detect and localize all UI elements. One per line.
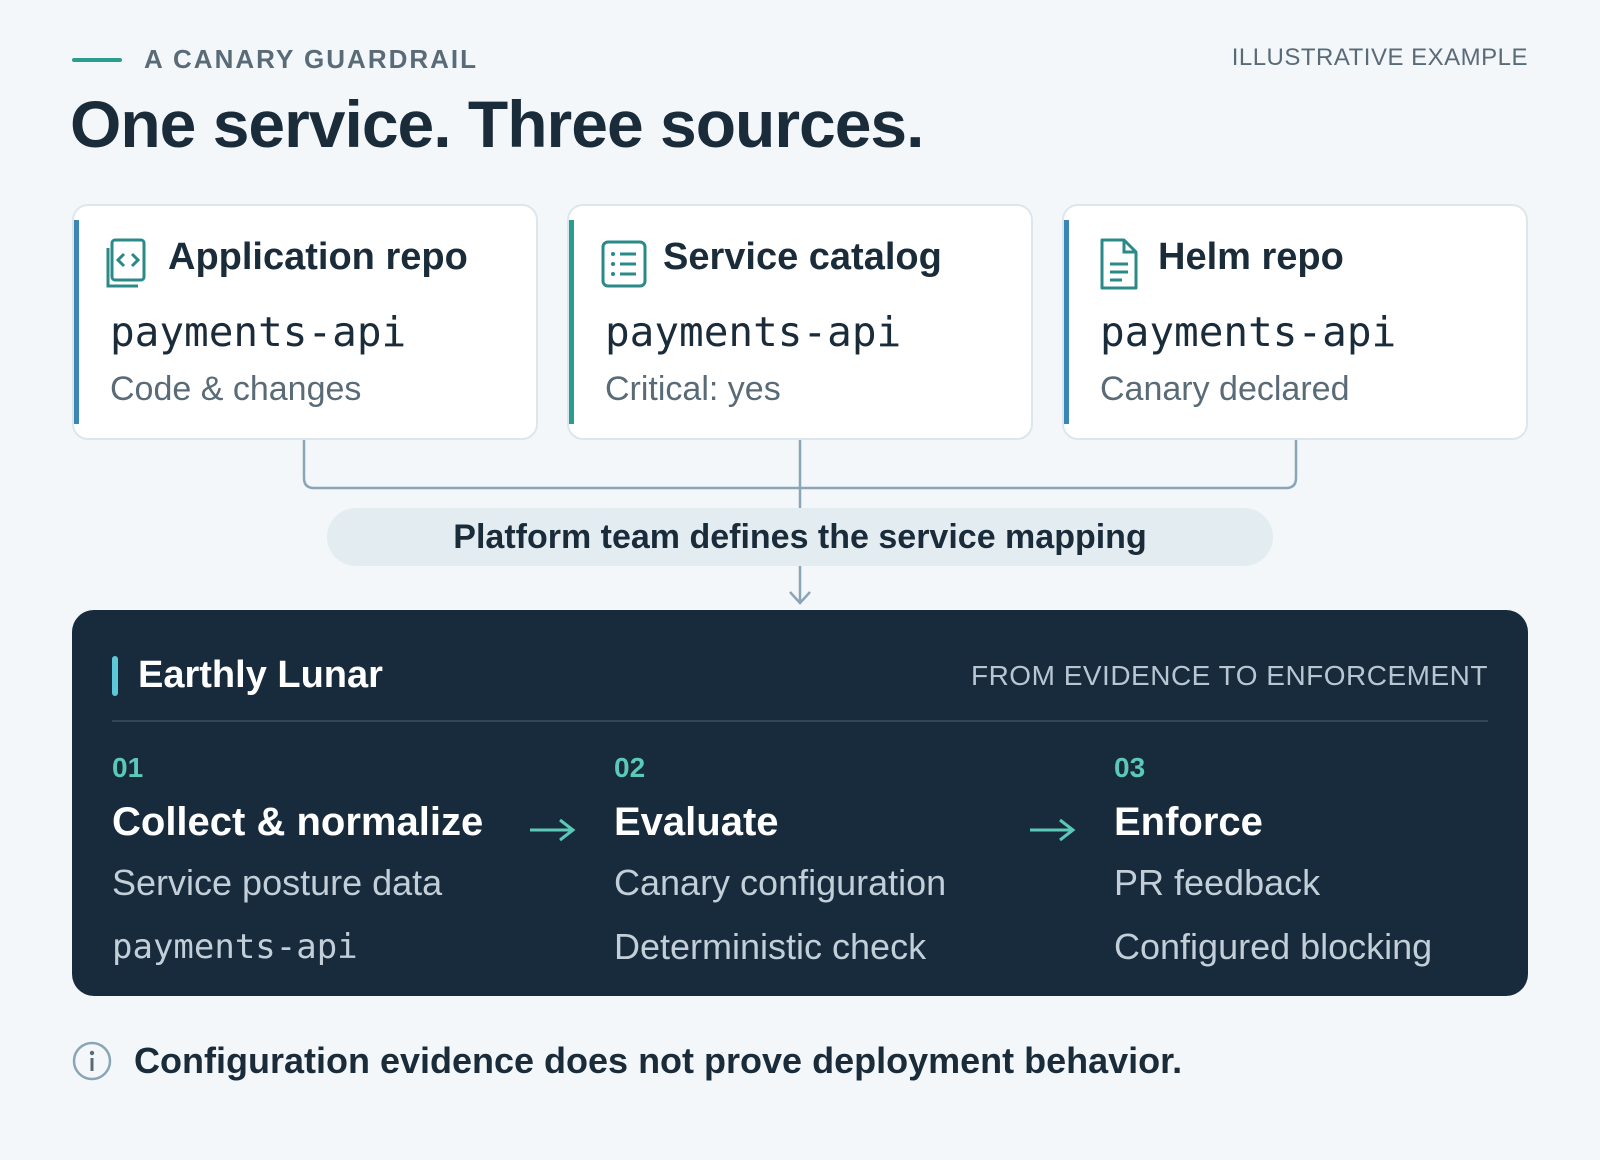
panel-title: Earthly Lunar (138, 654, 383, 696)
step-title: Enforce (1114, 800, 1263, 844)
step-line: Canary configuration (614, 862, 947, 903)
step-number: 03 (1114, 752, 1146, 783)
step-number: 02 (614, 752, 646, 783)
source-card-application-repo: Application repo payments-api Code & cha… (72, 204, 538, 440)
card-service-id: payments-api (110, 308, 407, 356)
step-collect: 01 Collect & normalize Service posture d… (112, 752, 483, 973)
code-files-icon (106, 238, 146, 288)
card-title: Service catalog (663, 236, 942, 278)
down-arrow-icon (789, 591, 811, 605)
lunar-panel: Earthly Lunar FROM EVIDENCE TO ENFORCEME… (72, 610, 1528, 996)
info-icon (72, 1041, 112, 1081)
card-title: Helm repo (1158, 236, 1344, 278)
illustrative-tag: ILLUSTRATIVE EXAMPLE (1231, 44, 1528, 71)
card-service-id: payments-api (605, 308, 902, 356)
step-line: Deterministic check (614, 926, 927, 967)
step-number: 01 (112, 752, 144, 783)
eyebrow-label: A CANARY GUARDRAIL (144, 44, 479, 74)
source-card-helm-repo: Helm repo payments-api Canary declared (1062, 204, 1528, 440)
arrow-right-icon (1030, 818, 1076, 842)
eyebrow-accent-line (72, 57, 122, 62)
card-accent-bar (569, 220, 574, 424)
page-title: One service. Three sources. (70, 87, 924, 161)
step-title: Evaluate (614, 800, 779, 844)
list-icon (601, 240, 647, 288)
document-icon (1100, 238, 1138, 290)
card-detail: Canary declared (1100, 370, 1350, 408)
source-card-service-catalog: Service catalog payments-api Critical: y… (567, 204, 1033, 440)
footnote: Configuration evidence does not prove de… (72, 1040, 1182, 1082)
connector-bracket (302, 440, 1298, 490)
step-line: PR feedback (1114, 862, 1321, 903)
panel-tag: FROM EVIDENCE TO ENFORCEMENT (970, 660, 1488, 691)
footnote-text: Configuration evidence does not prove de… (134, 1040, 1183, 1081)
panel-divider (112, 720, 1488, 722)
step-line: payments-api (112, 927, 358, 967)
step-line: Service posture data (112, 862, 443, 903)
step-enforce: 03 Enforce PR feedback Configured blocki… (1114, 752, 1432, 973)
card-title: Application repo (168, 236, 468, 278)
eyebrow: A CANARY GUARDRAIL (72, 44, 478, 75)
card-accent-bar (74, 220, 79, 424)
arrow-right-icon (530, 818, 576, 842)
card-accent-bar (1064, 220, 1069, 424)
step-title: Collect & normalize (112, 800, 484, 844)
step-line: Configured blocking (1114, 926, 1433, 967)
panel-accent-bar (112, 656, 118, 696)
step-evaluate: 02 Evaluate Canary configuration Determi… (614, 752, 946, 973)
card-detail: Critical: yes (605, 370, 781, 408)
mapping-label: Platform team defines the service mappin… (327, 508, 1273, 566)
card-detail: Code & changes (110, 370, 362, 408)
card-service-id: payments-api (1100, 308, 1397, 356)
